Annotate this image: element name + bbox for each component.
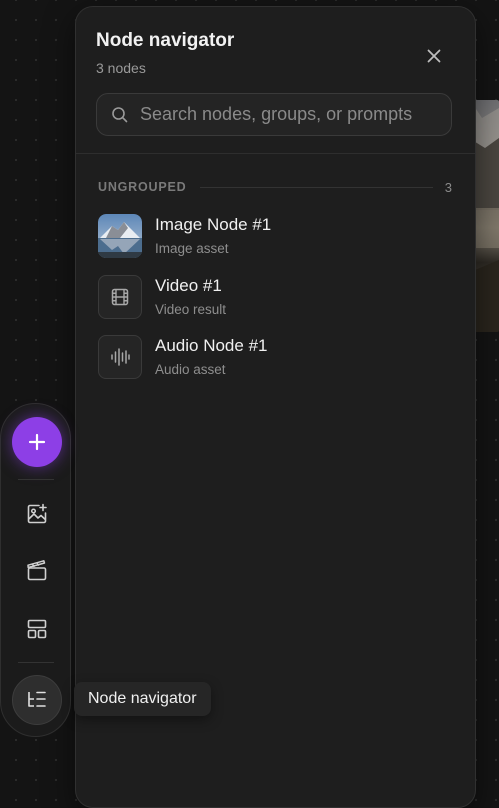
- node-name: Image Node #1: [155, 215, 272, 234]
- search-input[interactable]: [140, 104, 451, 125]
- node-name: Video #1: [155, 276, 222, 295]
- waveform-icon: [98, 335, 142, 379]
- node-type: Video result: [155, 302, 227, 317]
- layout-icon: [27, 619, 47, 639]
- add-node-button[interactable]: [12, 417, 62, 467]
- toolbar-divider: [18, 662, 54, 663]
- tooltip: Node navigator: [74, 682, 211, 716]
- group-divider: [200, 186, 433, 188]
- add-video-button[interactable]: [22, 556, 52, 586]
- search-box: [96, 93, 452, 136]
- group-label: UNGROUPED: [98, 180, 187, 194]
- film-icon: [98, 275, 142, 319]
- node-count: 3 nodes: [96, 60, 146, 76]
- node-type: Audio asset: [155, 362, 226, 377]
- list-tree-icon: [28, 691, 46, 707]
- group-header-ungrouped[interactable]: UNGROUPED 3: [98, 179, 452, 195]
- add-image-button[interactable]: [22, 499, 52, 529]
- clapperboard-icon: [27, 560, 47, 581]
- node-item-image[interactable]: Image Node #1 Image asset: [98, 214, 438, 262]
- left-toolbar: [0, 403, 71, 737]
- header-divider: [76, 153, 475, 154]
- plus-icon: [28, 433, 46, 451]
- close-button[interactable]: [420, 42, 448, 70]
- search-icon: [111, 106, 129, 124]
- layout-button[interactable]: [22, 614, 52, 644]
- node-item-audio[interactable]: Audio Node #1 Audio asset: [98, 335, 438, 383]
- close-icon: [427, 49, 441, 63]
- node-item-video[interactable]: Video #1 Video result: [98, 275, 438, 323]
- panel-title: Node navigator: [96, 30, 235, 51]
- image-add-icon: [27, 503, 47, 524]
- toolbar-divider: [18, 479, 54, 480]
- node-type: Image asset: [155, 241, 229, 256]
- node-name: Audio Node #1: [155, 336, 268, 355]
- node-navigator-button[interactable]: [12, 675, 62, 725]
- group-count: 3: [444, 179, 452, 195]
- image-thumbnail: [98, 214, 142, 258]
